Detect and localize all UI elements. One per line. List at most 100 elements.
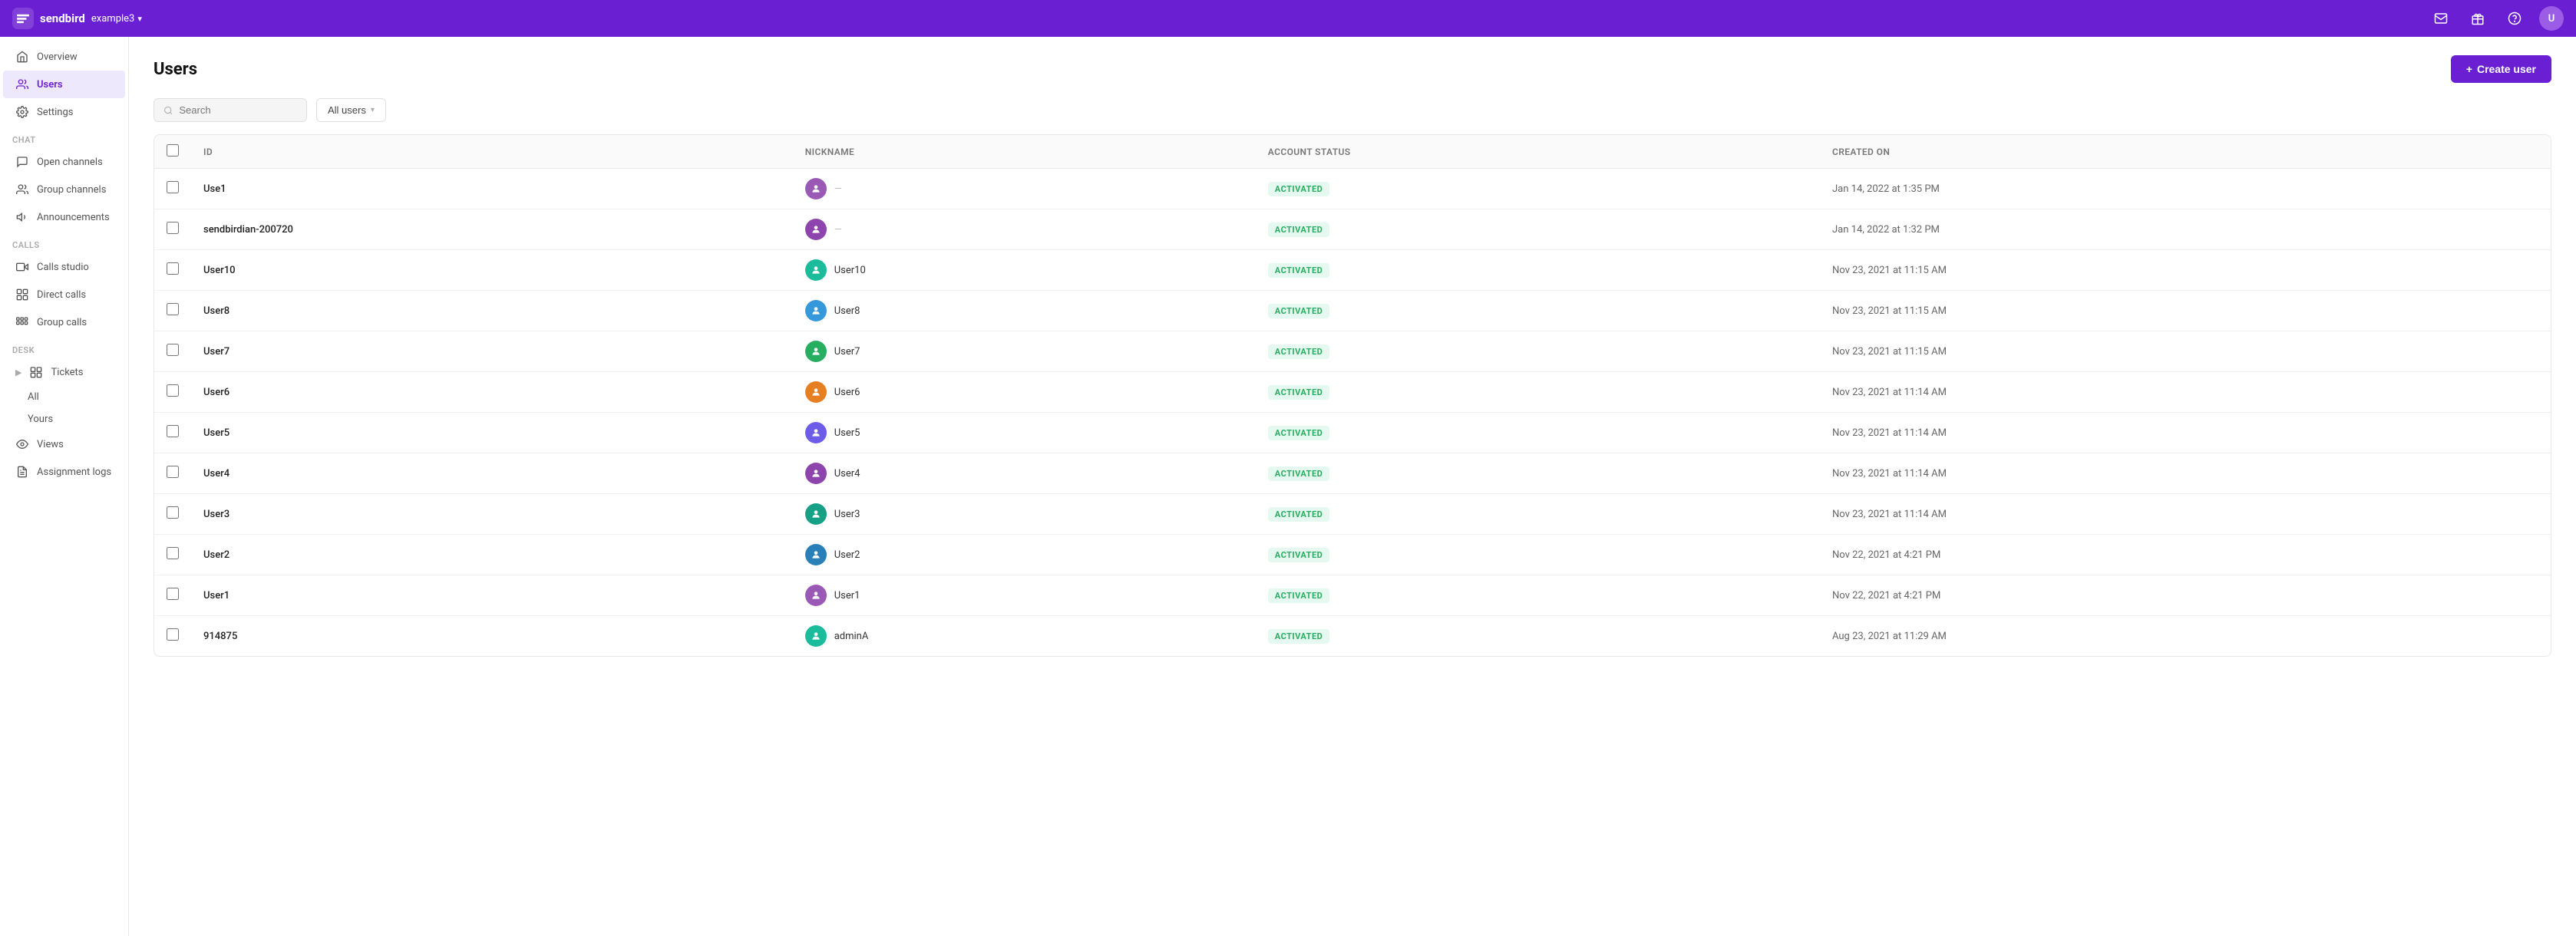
col-account-status: Account status: [1256, 135, 1820, 169]
nickname-text: adminA: [834, 631, 869, 642]
sendbird-logo: sendbird: [12, 8, 85, 29]
cell-nickname: User5: [793, 413, 1256, 453]
cell-created-on: Nov 23, 2021 at 11:14 AM: [1820, 494, 2551, 535]
table-row[interactable]: User4User4ACTIVATEDNov 23, 2021 at 11:14…: [154, 453, 2551, 494]
sidebar-item-assignment-logs[interactable]: Assignment logs: [3, 458, 125, 486]
cell-account-status: ACTIVATED: [1256, 209, 1820, 250]
row-checkbox-cell[interactable]: [154, 413, 191, 453]
cell-user-id: User8: [191, 291, 793, 331]
row-checkbox[interactable]: [167, 181, 179, 193]
cell-user-id: Use1: [191, 169, 793, 209]
row-checkbox[interactable]: [167, 262, 179, 275]
table-row[interactable]: 914875adminAACTIVATEDAug 23, 2021 at 11:…: [154, 616, 2551, 657]
row-checkbox-cell[interactable]: [154, 169, 191, 209]
table-row[interactable]: User8User8ACTIVATEDNov 23, 2021 at 11:15…: [154, 291, 2551, 331]
cell-account-status: ACTIVATED: [1256, 413, 1820, 453]
search-input[interactable]: [179, 104, 297, 116]
sidebar-item-tickets-all[interactable]: All: [3, 386, 125, 408]
row-checkbox-cell[interactable]: [154, 331, 191, 372]
filter-dropdown-button[interactable]: All users ▾: [316, 98, 386, 122]
nickname-text: User8: [834, 305, 860, 317]
create-user-button[interactable]: + Create user: [2451, 55, 2551, 83]
row-checkbox[interactable]: [167, 344, 179, 356]
avatar: [805, 503, 827, 525]
sidebar-item-calls-studio[interactable]: Calls studio: [3, 253, 125, 281]
cell-account-status: ACTIVATED: [1256, 372, 1820, 413]
col-id: ID: [191, 135, 793, 169]
cell-user-id: User5: [191, 413, 793, 453]
sidebar-item-announcements[interactable]: Announcements: [3, 203, 125, 231]
row-checkbox[interactable]: [167, 384, 179, 397]
views-icon: [15, 437, 29, 451]
row-checkbox[interactable]: [167, 588, 179, 600]
sidebar-item-label: All: [28, 391, 39, 403]
sidebar-item-views[interactable]: Views: [3, 430, 125, 458]
row-checkbox-cell[interactable]: [154, 372, 191, 413]
search-icon: [163, 105, 173, 116]
row-checkbox[interactable]: [167, 466, 179, 478]
table-row[interactable]: User3User3ACTIVATEDNov 23, 2021 at 11:14…: [154, 494, 2551, 535]
status-badge: ACTIVATED: [1268, 507, 1330, 522]
cell-user-id: User7: [191, 331, 793, 372]
row-checkbox[interactable]: [167, 547, 179, 559]
sidebar-item-direct-calls[interactable]: Direct calls: [3, 281, 125, 308]
row-checkbox[interactable]: [167, 506, 179, 519]
sidebar-item-overview[interactable]: Overview: [3, 43, 125, 71]
page-header: Users + Create user: [154, 55, 2551, 83]
select-all-checkbox-cell[interactable]: [154, 135, 191, 169]
user-avatar[interactable]: U: [2539, 6, 2564, 31]
sidebar-item-settings[interactable]: Settings: [3, 98, 125, 126]
direct-calls-icon: [15, 288, 29, 302]
row-checkbox-cell[interactable]: [154, 616, 191, 657]
row-checkbox-cell[interactable]: [154, 291, 191, 331]
col-nickname: Nickname: [793, 135, 1256, 169]
table-row[interactable]: User10User10ACTIVATEDNov 23, 2021 at 11:…: [154, 250, 2551, 291]
table-row[interactable]: User5User5ACTIVATEDNov 23, 2021 at 11:14…: [154, 413, 2551, 453]
app-name-selector[interactable]: example3 ▾: [91, 13, 142, 25]
group-calls-icon: [15, 315, 29, 329]
row-checkbox-cell[interactable]: [154, 494, 191, 535]
cell-created-on: Nov 23, 2021 at 11:15 AM: [1820, 250, 2551, 291]
row-checkbox-cell[interactable]: [154, 453, 191, 494]
table-row[interactable]: sendbirdian-200720—ACTIVATEDJan 14, 2022…: [154, 209, 2551, 250]
row-checkbox[interactable]: [167, 222, 179, 234]
status-badge: ACTIVATED: [1268, 426, 1330, 440]
table-row[interactable]: User2User2ACTIVATEDNov 22, 2021 at 4:21 …: [154, 535, 2551, 575]
table-row[interactable]: User1User1ACTIVATEDNov 22, 2021 at 4:21 …: [154, 575, 2551, 616]
help-icon-button[interactable]: [2502, 6, 2527, 31]
table-row[interactable]: User6User6ACTIVATEDNov 23, 2021 at 11:14…: [154, 372, 2551, 413]
select-all-checkbox[interactable]: [167, 144, 179, 157]
row-checkbox[interactable]: [167, 628, 179, 641]
cell-nickname: User10: [793, 250, 1256, 291]
top-navigation: sendbird example3 ▾ U: [0, 0, 2576, 37]
avatar: [805, 341, 827, 362]
row-checkbox-cell[interactable]: [154, 209, 191, 250]
row-checkbox-cell[interactable]: [154, 250, 191, 291]
mail-icon-button[interactable]: [2429, 6, 2453, 31]
table-row[interactable]: Use1—ACTIVATEDJan 14, 2022 at 1:35 PM: [154, 169, 2551, 209]
sidebar-item-tickets-yours[interactable]: Yours: [3, 408, 125, 430]
row-checkbox-cell[interactable]: [154, 535, 191, 575]
avatar: [805, 300, 827, 321]
sidebar-item-group-calls[interactable]: Group calls: [3, 308, 125, 336]
avatar: [805, 259, 827, 281]
avatar: [805, 544, 827, 565]
cell-nickname: User1: [793, 575, 1256, 616]
sidebar-item-users[interactable]: Users: [3, 71, 125, 98]
group-channels-icon: [15, 183, 29, 196]
sidebar-item-open-channels[interactable]: Open channels: [3, 148, 125, 176]
search-box[interactable]: [154, 98, 307, 122]
cell-created-on: Nov 23, 2021 at 11:14 AM: [1820, 453, 2551, 494]
row-checkbox-cell[interactable]: [154, 575, 191, 616]
cell-created-on: Jan 14, 2022 at 1:32 PM: [1820, 209, 2551, 250]
row-checkbox[interactable]: [167, 425, 179, 437]
avatar: [805, 178, 827, 199]
row-checkbox[interactable]: [167, 303, 179, 315]
sidebar-item-group-channels[interactable]: Group channels: [3, 176, 125, 203]
gift-icon-button[interactable]: [2465, 6, 2490, 31]
nickname-text: User10: [834, 265, 866, 276]
table-row[interactable]: User7User7ACTIVATEDNov 23, 2021 at 11:15…: [154, 331, 2551, 372]
status-badge: ACTIVATED: [1268, 466, 1330, 481]
sidebar-item-tickets[interactable]: ▶ Tickets: [3, 358, 125, 386]
calls-section-label: Calls: [0, 231, 128, 253]
